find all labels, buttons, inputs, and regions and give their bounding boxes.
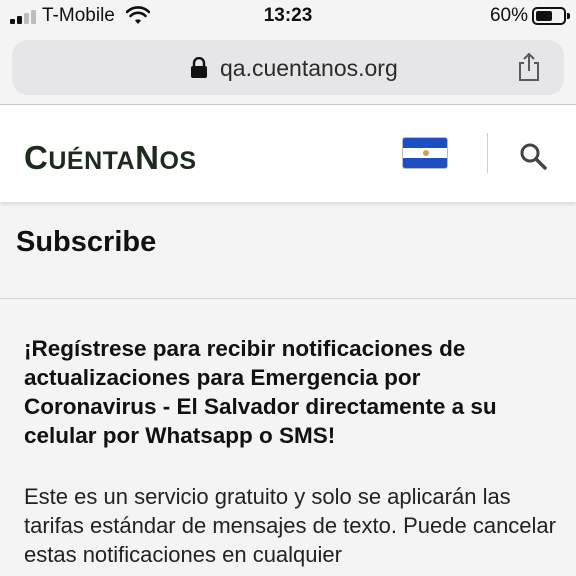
header-divider bbox=[487, 133, 488, 173]
subscribe-headline: ¡Regístrese para recibir notificaciones … bbox=[24, 336, 497, 448]
page-title: Subscribe bbox=[16, 226, 157, 258]
status-bar: T-Mobile 13:23 60% bbox=[0, 0, 576, 34]
url-text[interactable]: qa.cuentanos.org bbox=[220, 55, 398, 82]
battery-percentage: 60% bbox=[489, 5, 528, 26]
share-icon[interactable] bbox=[516, 52, 542, 82]
el-salvador-flag-icon[interactable] bbox=[402, 137, 448, 169]
title-divider bbox=[0, 298, 576, 299]
battery-icon bbox=[532, 7, 570, 25]
cuentanos-logo[interactable]: CUÉNTANOS bbox=[24, 139, 197, 177]
site-header: CUÉNTANOS bbox=[0, 105, 576, 202]
subscribe-description: Este es un servicio gratuito y solo se a… bbox=[24, 484, 556, 567]
search-icon[interactable] bbox=[518, 141, 548, 171]
lock-icon bbox=[191, 57, 207, 78]
address-bar[interactable]: qa.cuentanos.org bbox=[12, 40, 564, 95]
